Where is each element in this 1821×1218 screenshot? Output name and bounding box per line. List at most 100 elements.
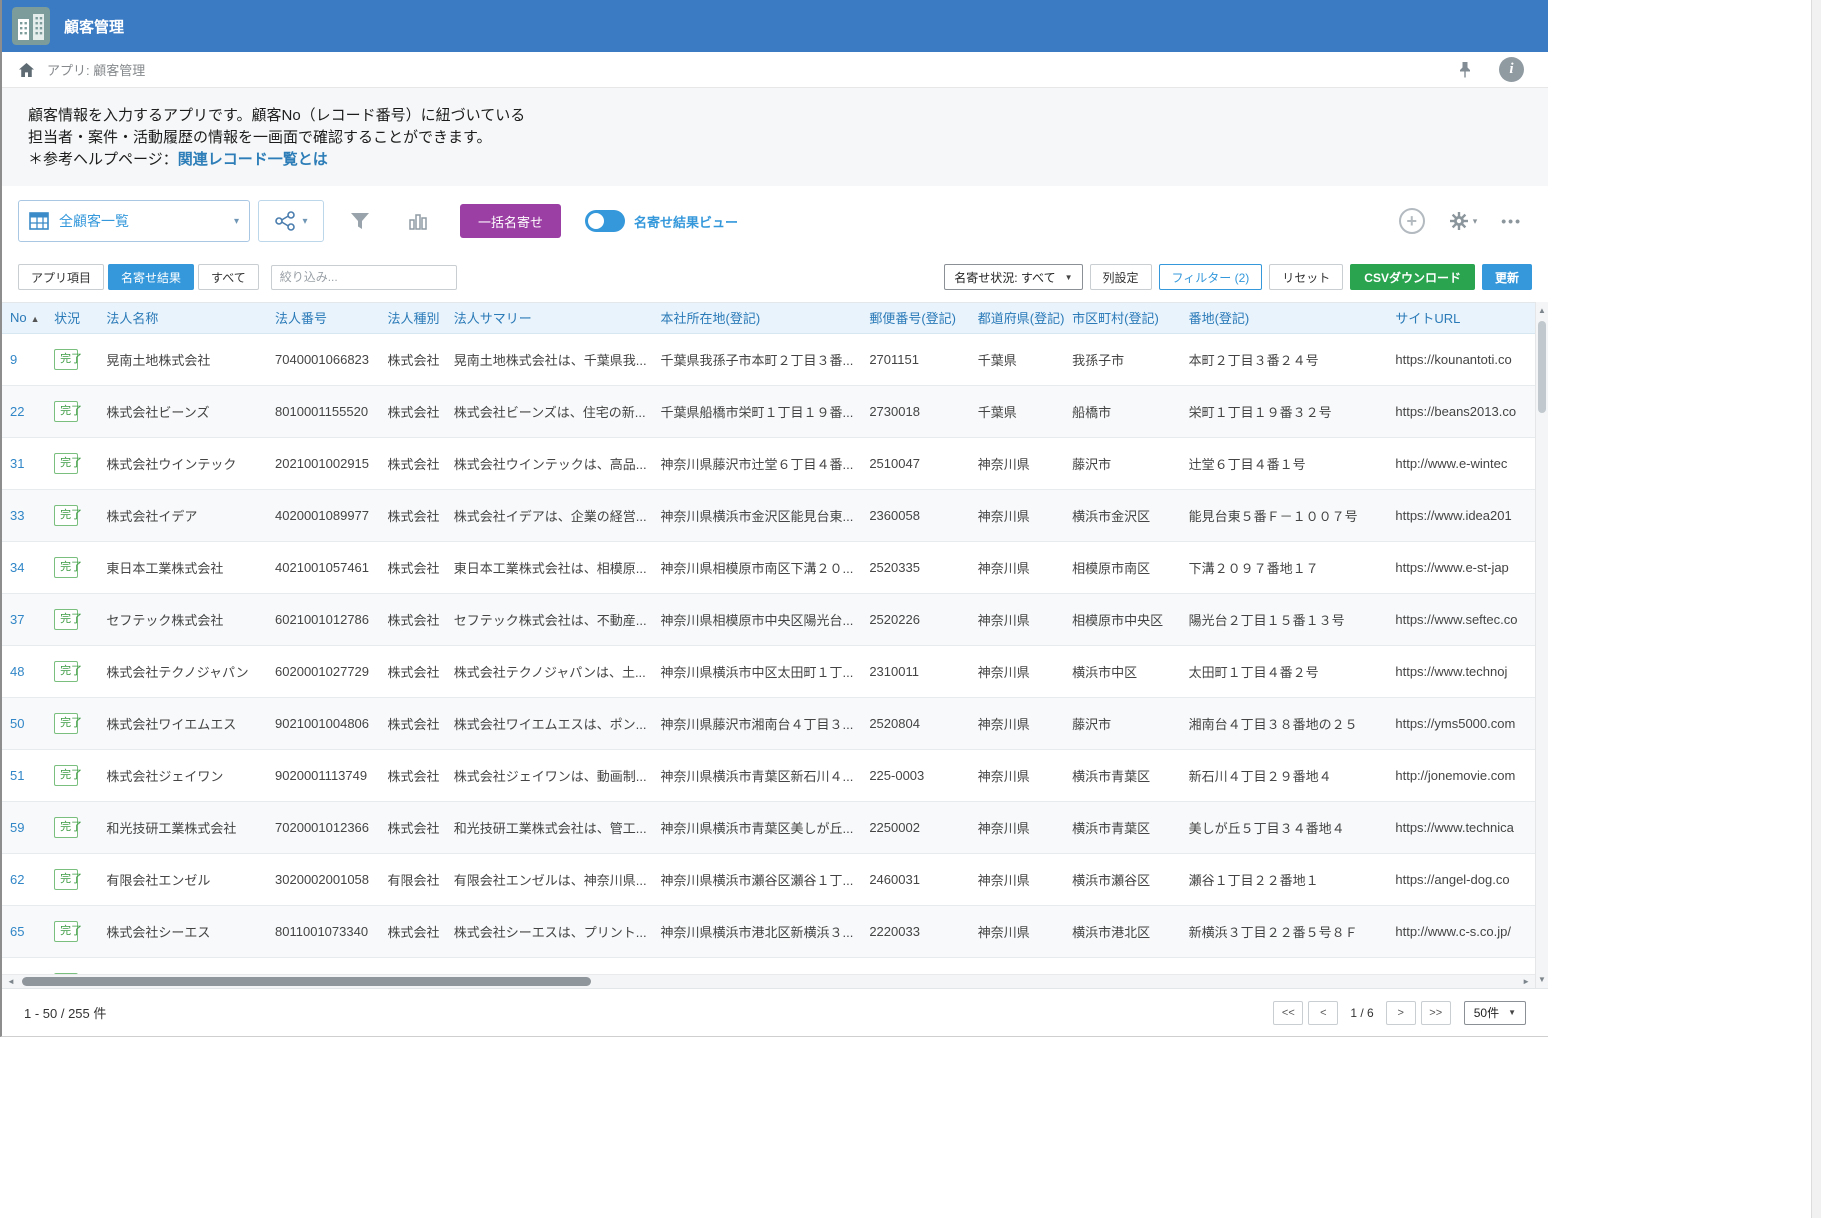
cell-name: 株式会社ジェイワン [98, 749, 267, 801]
column-header-summary[interactable]: 法人サマリー [446, 303, 653, 333]
cell-corp_type: 株式会社 [379, 645, 445, 697]
record-number-link[interactable]: 48 [10, 664, 24, 679]
settings-button[interactable]: ▾ [1449, 211, 1478, 231]
cell-banchi [1181, 957, 1388, 974]
chevron-down-icon: ▾ [234, 216, 239, 227]
record-number-link[interactable]: 34 [10, 560, 24, 575]
table-row: 9完了晃南土地株式会社7040001066823株式会社晃南土地株式会社は、千葉… [2, 333, 1535, 385]
cell-address: 神奈川県横浜市青葉区美しが丘... [653, 801, 862, 853]
breadcrumb-app-label[interactable]: アプリ: 顧客管理 [47, 60, 145, 79]
filter-funnel-button[interactable] [338, 201, 382, 241]
chart-button[interactable] [396, 201, 440, 241]
vertical-scroll-thumb[interactable] [1538, 321, 1546, 413]
next-page-button[interactable]: > [1386, 1001, 1416, 1025]
browser-scrollbar-strip [1811, 0, 1821, 1218]
merge-view-toggle[interactable] [585, 210, 625, 232]
status-badge: 完了 [54, 505, 78, 526]
cell-corp_type: 株式会社 [379, 905, 445, 957]
record-number-link[interactable]: 33 [10, 508, 24, 523]
cell-pref [970, 957, 1064, 974]
scroll-left-icon[interactable]: ◄ [2, 977, 20, 986]
merge-view-toggle-label: 名寄せ結果ビュー [634, 212, 738, 231]
horizontal-scroll-track[interactable] [20, 975, 1517, 988]
cell-pref: 神奈川県 [970, 645, 1064, 697]
view-selector[interactable]: 全顧客一覧 ▾ [18, 200, 250, 242]
column-header-corp-type[interactable]: 法人種別 [379, 303, 445, 333]
csv-download-button[interactable]: CSVダウンロード [1350, 264, 1475, 290]
last-page-button[interactable]: >> [1421, 1001, 1451, 1025]
table-row: 34完了東日本工業株式会社4021001057461株式会社東日本工業株式会社は… [2, 541, 1535, 593]
cell-banchi: 陽光台２丁目１５番１３号 [1181, 593, 1388, 645]
scroll-right-icon[interactable]: ► [1517, 977, 1535, 986]
tab-all[interactable]: すべて [198, 264, 259, 290]
column-header-url[interactable]: サイトURL [1387, 303, 1535, 333]
cell-name: 株式会社シーエス [98, 905, 267, 957]
column-settings-button[interactable]: 列設定 [1090, 264, 1152, 290]
table-row: 65完了株式会社シーエス8011001073340株式会社株式会社シーエスは、プ… [2, 905, 1535, 957]
graph-view-button[interactable]: ▾ [258, 200, 324, 242]
table-row: 48完了株式会社テクノジャパン6020001027729株式会社株式会社テクノジ… [2, 645, 1535, 697]
page-size-select[interactable]: 50件 ▼ [1464, 1001, 1526, 1025]
tab-merge-result[interactable]: 名寄せ結果 [108, 264, 194, 290]
record-number-link[interactable]: 51 [10, 768, 24, 783]
record-number-link[interactable]: 31 [10, 456, 24, 471]
column-header-name[interactable]: 法人名称 [98, 303, 267, 333]
pin-icon[interactable] [1457, 61, 1473, 78]
record-number-link[interactable]: 62 [10, 872, 24, 887]
cell-zip: 2520335 [861, 541, 969, 593]
status-badge: 完了 [54, 713, 78, 734]
more-options-button[interactable]: ••• [1501, 213, 1522, 229]
cell-city: 相模原市南区 [1064, 541, 1180, 593]
table-row: 50完了株式会社ワイエムエス9021001004806株式会社株式会社ワイエムエ… [2, 697, 1535, 749]
column-header-status[interactable]: 状況 [46, 303, 98, 333]
reset-button[interactable]: リセット [1269, 264, 1343, 290]
record-number-link[interactable]: 59 [10, 820, 24, 835]
column-header-corp-no[interactable]: 法人番号 [267, 303, 379, 333]
horizontal-scroll-thumb[interactable] [22, 977, 591, 986]
cell-corp_no: 9021001004806 [267, 697, 379, 749]
record-number-link[interactable]: 22 [10, 404, 24, 419]
bulk-merge-button[interactable]: 一括名寄せ [460, 204, 561, 238]
vertical-scroll-track[interactable] [1536, 319, 1548, 971]
description-line-3: ＊参考ヘルプページ：関連レコード一覧とは [28, 149, 1522, 171]
home-icon[interactable] [18, 62, 35, 78]
cell-no: 34 [2, 541, 46, 593]
cell-status: 完了 [46, 957, 98, 974]
tab-app-fields[interactable]: アプリ項目 [18, 264, 104, 290]
column-header-zip[interactable]: 郵便番号(登記) [861, 303, 969, 333]
cell-name: 株式会社ビーンズ [98, 385, 267, 437]
filter-search-input[interactable] [271, 265, 457, 290]
add-record-button[interactable]: + [1399, 208, 1425, 234]
scroll-up-icon[interactable]: ▲ [1538, 302, 1546, 319]
update-button[interactable]: 更新 [1482, 264, 1532, 290]
record-number-link[interactable]: 50 [10, 716, 24, 731]
cell-name: 晃南土地株式会社 [98, 333, 267, 385]
cell-banchi: 辻堂６丁目４番１号 [1181, 437, 1388, 489]
filter-button[interactable]: フィルター (2) [1159, 264, 1263, 290]
record-number-link[interactable]: 9 [10, 352, 17, 367]
cell-name: 有限会社エンゼル [98, 853, 267, 905]
record-number-link[interactable]: 65 [10, 924, 24, 939]
column-header-no[interactable]: No▲ [2, 303, 46, 333]
records-table: No▲ 状況 法人名称 法人番号 法人種別 法人サマリー 本社所在地(登記) 郵… [2, 302, 1535, 974]
scroll-down-icon[interactable]: ▼ [1538, 971, 1546, 988]
record-number-link[interactable]: 37 [10, 612, 24, 627]
app-icon[interactable] [12, 7, 50, 45]
cell-city: 横浜市金沢区 [1064, 489, 1180, 541]
prev-page-button[interactable]: < [1308, 1001, 1338, 1025]
cell-address: 神奈川県横浜市瀬谷区瀬谷１丁... [653, 853, 862, 905]
app-title: 顧客管理 [64, 16, 124, 37]
cell-address: 神奈川県横浜市中区太田町１丁... [653, 645, 862, 697]
info-icon[interactable]: i [1499, 57, 1524, 82]
vertical-scrollbar[interactable]: ▲ ▼ [1535, 302, 1548, 988]
merge-status-select[interactable]: 名寄せ状況: すべて ▼ [944, 264, 1082, 290]
cell-city: 横浜市中区 [1064, 645, 1180, 697]
horizontal-scrollbar[interactable]: ◄ ► [2, 974, 1535, 988]
column-header-address[interactable]: 本社所在地(登記) [653, 303, 862, 333]
help-link[interactable]: 関連レコード一覧とは [178, 151, 328, 168]
cell-no: 22 [2, 385, 46, 437]
column-header-banchi[interactable]: 番地(登記) [1181, 303, 1388, 333]
column-header-pref[interactable]: 都道府県(登記) [970, 303, 1064, 333]
column-header-city[interactable]: 市区町村(登記) [1064, 303, 1180, 333]
first-page-button[interactable]: << [1273, 1001, 1303, 1025]
